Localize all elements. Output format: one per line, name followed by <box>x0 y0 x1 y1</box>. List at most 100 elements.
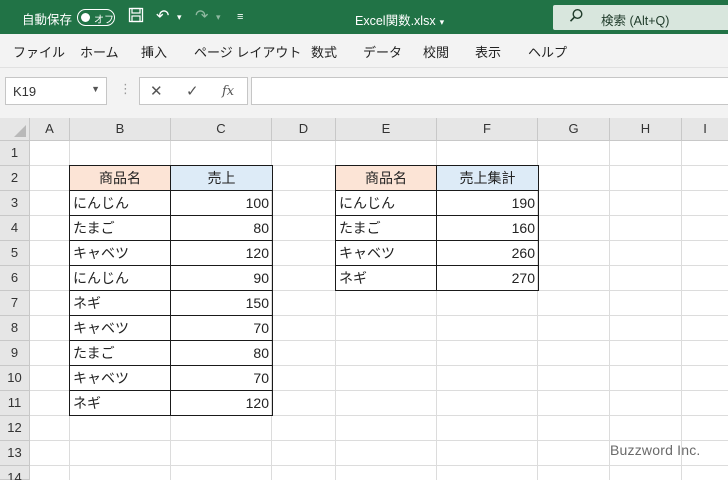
cell-sales[interactable]: 150 <box>170 290 273 316</box>
cell-sales-total[interactable]: 260 <box>436 240 539 266</box>
cell-product[interactable]: キャベツ <box>69 240 171 266</box>
cell-sales[interactable]: 90 <box>170 265 273 291</box>
save-icon[interactable] <box>128 7 144 29</box>
cell-sales[interactable]: 120 <box>170 240 273 266</box>
cell-product[interactable]: にんじん <box>335 190 437 216</box>
cell-product[interactable]: たまご <box>69 215 171 241</box>
search-placeholder: 検索 (Alt+Q) <box>601 14 670 28</box>
insert-function-icon[interactable]: fx <box>222 84 234 99</box>
cell-product[interactable]: キャベツ <box>69 365 171 391</box>
column-header-b[interactable]: B <box>70 118 171 141</box>
tab-home[interactable]: ホーム <box>80 42 119 61</box>
cell-sales-total[interactable]: 270 <box>436 265 539 291</box>
column-header-i[interactable]: I <box>682 118 728 141</box>
undo-dropdown-icon[interactable]: ▾ <box>177 7 182 27</box>
cell-product[interactable]: ネギ <box>335 265 437 291</box>
sales-table: 商品名 売上 にんじん 100 たまご 80 キャベツ 120 にんじん 90 ネギ 15… <box>69 165 273 416</box>
row-header-3[interactable]: 3 <box>0 191 30 216</box>
header-cell-product[interactable]: 商品名 <box>335 165 437 191</box>
autosave-label: 自動保存 <box>22 13 73 27</box>
table-row: キャベツ 70 <box>69 365 273 391</box>
tab-insert[interactable]: 挿入 <box>141 42 167 61</box>
ribbon-tabs: ファイル ホーム 挿入 ページ レイアウト 数式 データ 校閲 表示 ヘルプ <box>0 34 728 68</box>
table-row: キャベツ 260 <box>335 240 539 266</box>
cell-product[interactable]: たまご <box>335 215 437 241</box>
redo-dropdown-icon[interactable]: ▾ <box>216 7 221 27</box>
table-header-row: 商品名 売上集計 <box>335 165 539 191</box>
tab-data[interactable]: データ <box>363 42 402 61</box>
row-header-12[interactable]: 12 <box>0 416 30 441</box>
watermark: Buzzword Inc. <box>610 442 701 458</box>
cell-sales[interactable]: 80 <box>170 215 273 241</box>
header-cell-sales[interactable]: 売上 <box>170 165 273 191</box>
row-header-6[interactable]: 6 <box>0 266 30 291</box>
table-row: ネギ 120 <box>69 390 273 416</box>
more-options-icon[interactable]: ⋮ <box>119 81 132 97</box>
cell-product[interactable]: にんじん <box>69 190 171 216</box>
cell-sales[interactable]: 80 <box>170 340 273 366</box>
tab-help[interactable]: ヘルプ <box>528 42 567 61</box>
tab-file[interactable]: ファイル <box>13 42 65 61</box>
column-header-c[interactable]: C <box>171 118 272 141</box>
row-header-9[interactable]: 9 <box>0 341 30 366</box>
cell-sales[interactable]: 120 <box>170 390 273 416</box>
column-header-e[interactable]: E <box>336 118 437 141</box>
row-header-4[interactable]: 4 <box>0 216 30 241</box>
cell-product[interactable]: たまご <box>69 340 171 366</box>
enter-icon[interactable]: ✓ <box>186 82 199 100</box>
undo-icon[interactable]: ↶ <box>156 7 169 27</box>
search-box[interactable]: 検索 (Alt+Q) <box>553 5 728 30</box>
chevron-down-icon: ▾ <box>439 17 445 27</box>
cell-sales[interactable]: 100 <box>170 190 273 216</box>
cell-product[interactable]: ネギ <box>69 390 171 416</box>
column-header-h[interactable]: H <box>610 118 682 141</box>
formula-buttons: ✕ ✓ fx <box>139 77 248 105</box>
customize-qat-icon[interactable]: ≡ <box>237 7 243 27</box>
row-header-8[interactable]: 8 <box>0 316 30 341</box>
cell-product[interactable]: ネギ <box>69 290 171 316</box>
row-header-1[interactable]: 1 <box>0 141 30 166</box>
formula-bar: K19 ▼ ⋮ ✕ ✓ fx <box>0 68 728 118</box>
header-cell-product[interactable]: 商品名 <box>69 165 171 191</box>
chevron-down-icon[interactable]: ▼ <box>91 84 100 94</box>
cell-sales[interactable]: 70 <box>170 365 273 391</box>
formula-input[interactable] <box>251 77 728 105</box>
table-row: たまご 80 <box>69 340 273 366</box>
table-row: ネギ 150 <box>69 290 273 316</box>
gridline <box>609 141 610 480</box>
row-header-2[interactable]: 2 <box>0 166 30 191</box>
autosave-toggle[interactable]: オフ <box>77 9 115 26</box>
select-all-button[interactable] <box>0 118 30 141</box>
cell-sales[interactable]: 70 <box>170 315 273 341</box>
cell-product[interactable]: キャベツ <box>335 240 437 266</box>
gridline <box>681 141 682 480</box>
document-title[interactable]: Excel関数.xlsx ▾ <box>355 10 444 29</box>
header-cell-sales-total[interactable]: 売上集計 <box>436 165 539 191</box>
row-header-10[interactable]: 10 <box>0 366 30 391</box>
summary-table: 商品名 売上集計 にんじん 190 たまご 160 キャベツ 260 ネギ 270 <box>335 165 539 291</box>
cell-product[interactable]: キャベツ <box>69 315 171 341</box>
column-header-f[interactable]: F <box>437 118 538 141</box>
redo-icon[interactable]: ↷ <box>195 7 208 27</box>
row-header-11[interactable]: 11 <box>0 391 30 416</box>
cell-product[interactable]: にんじん <box>69 265 171 291</box>
cancel-icon[interactable]: ✕ <box>150 82 163 100</box>
tab-review[interactable]: 校閲 <box>423 42 449 61</box>
table-row: キャベツ 70 <box>69 315 273 341</box>
cell-sales-total[interactable]: 190 <box>436 190 539 216</box>
tab-formulas[interactable]: 数式 <box>311 42 337 61</box>
column-header-d[interactable]: D <box>272 118 336 141</box>
worksheet-grid[interactable]: A B C D E F G H I 1 2 3 4 5 6 7 8 9 10 1… <box>0 118 728 480</box>
autosave-state: オフ <box>94 15 114 26</box>
tab-view[interactable]: 表示 <box>475 42 501 61</box>
table-row: にんじん 100 <box>69 190 273 216</box>
cell-sales-total[interactable]: 160 <box>436 215 539 241</box>
tab-page-layout[interactable]: ページ レイアウト <box>194 42 301 61</box>
row-header-14[interactable]: 14 <box>0 466 30 480</box>
column-header-a[interactable]: A <box>30 118 70 141</box>
column-header-g[interactable]: G <box>538 118 610 141</box>
name-box[interactable]: K19 ▼ <box>5 77 107 105</box>
row-header-13[interactable]: 13 <box>0 441 30 466</box>
row-header-7[interactable]: 7 <box>0 291 30 316</box>
row-header-5[interactable]: 5 <box>0 241 30 266</box>
